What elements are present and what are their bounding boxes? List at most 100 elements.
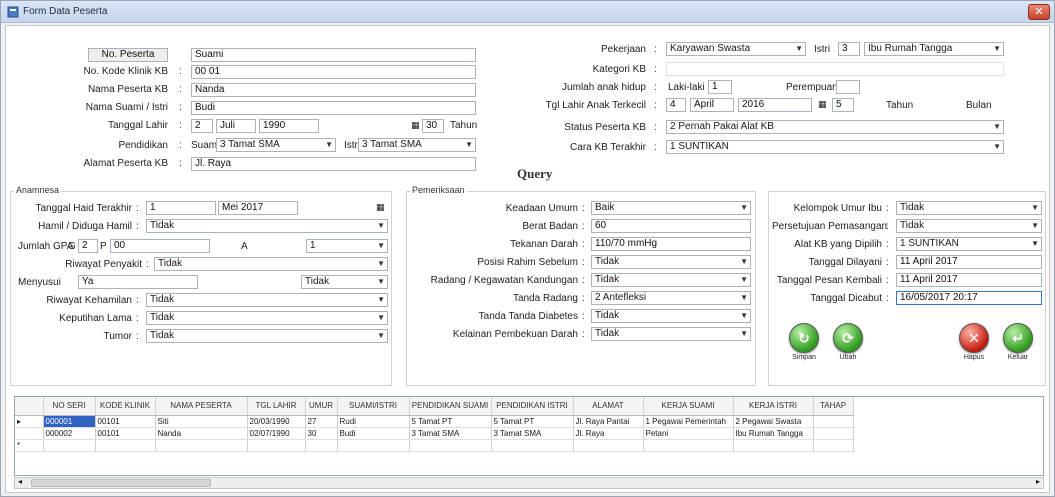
table-cell[interactable]: Budi: [337, 427, 410, 440]
tgl-anak-day-input[interactable]: 4: [666, 98, 686, 112]
grid-column-header[interactable]: KODE KLINIK: [95, 397, 156, 416]
umur-input[interactable]: 30: [422, 119, 444, 133]
grid-column-header[interactable]: TAHAP: [813, 397, 854, 416]
alamat-input[interactable]: Jl. Raya: [191, 157, 476, 171]
ubah-button[interactable]: ⟳ Ubah: [828, 323, 868, 361]
hamil-select[interactable]: Tidak ▼: [146, 219, 388, 233]
tgl-pesan-input[interactable]: 11 April 2017: [896, 273, 1042, 287]
title-bar[interactable]: Form Data Peserta ✕: [1, 1, 1054, 23]
tumor-select[interactable]: Tidak ▼: [146, 329, 388, 343]
calendar-icon[interactable]: ▦: [411, 120, 420, 131]
hapus-button[interactable]: ✕ Hapus: [954, 323, 994, 361]
table-cell[interactable]: Jl. Raya Pantai: [573, 415, 644, 428]
calendar-icon[interactable]: ▦: [376, 202, 385, 213]
grid-column-header[interactable]: UMUR: [305, 397, 338, 416]
no-kode-input[interactable]: 00 01: [191, 65, 476, 79]
grid-column-header[interactable]: KERJA SUAMI: [643, 397, 734, 416]
table-cell[interactable]: [43, 439, 96, 452]
table-cell[interactable]: 02/07/1990: [247, 427, 306, 440]
tanda-select[interactable]: 2 Antefleksi ▼: [591, 291, 751, 305]
table-cell[interactable]: [491, 439, 574, 452]
riwayat-select[interactable]: Tidak ▼: [154, 257, 388, 271]
peserta-data-grid[interactable]: NO SERI KODE KLINIK NAMA PESERTA TGL LAHIR U…: [14, 396, 1044, 476]
keluarga-select[interactable]: Tidak ▼: [896, 201, 1042, 215]
pekerjaan-suami-select[interactable]: Karyawan Swasta ▼: [666, 42, 806, 56]
table-cell[interactable]: 1 Pegawai Pemerintah: [643, 415, 734, 428]
berat-input[interactable]: 60: [591, 219, 751, 233]
tgl-lahir-day-input[interactable]: 2: [191, 119, 213, 133]
table-cell[interactable]: [337, 439, 410, 452]
nama-suami-input[interactable]: Budi: [191, 101, 476, 115]
table-cell[interactable]: Ibu Rumah Tangga: [733, 427, 814, 440]
table-cell[interactable]: 3 Tamat SMA: [491, 427, 574, 440]
tgl-dilayani-input[interactable]: 11 April 2017: [896, 255, 1042, 269]
pendidikan-suami-select[interactable]: 3 Tamat SMA ▼: [216, 138, 336, 152]
table-cell[interactable]: [813, 439, 854, 452]
radang-select[interactable]: Tidak ▼: [591, 273, 751, 287]
table-cell[interactable]: 5 Tamat PT: [409, 415, 492, 428]
grid-column-header[interactable]: SUAMI/ISTRI: [337, 397, 410, 416]
pekerjaan-istri-select[interactable]: Ibu Rumah Tangga ▼: [864, 42, 1004, 56]
alat-select[interactable]: 1 SUNTIKAN ▼: [896, 237, 1042, 251]
tgl-anak-umur-input[interactable]: 5: [832, 98, 854, 112]
tgl-lahir-month-input[interactable]: Juli: [216, 119, 256, 133]
close-button[interactable]: ✕: [1028, 4, 1050, 20]
tgl-anak-month-input[interactable]: April: [690, 98, 734, 112]
table-cell[interactable]: Petani: [643, 427, 734, 440]
grid-column-header[interactable]: PENDIDIKAN SUAMI: [409, 397, 492, 416]
posisi-select[interactable]: Tidak ▼: [591, 255, 751, 269]
keputihan-select[interactable]: Tidak ▼: [146, 311, 388, 325]
table-cell[interactable]: 5 Tamat PT: [491, 415, 574, 428]
menyusui-input[interactable]: Ya: [78, 275, 198, 289]
scroll-left-icon[interactable]: ◂: [18, 477, 22, 486]
table-cell[interactable]: [643, 439, 734, 452]
grid-column-header[interactable]: KERJA ISTRI: [733, 397, 814, 416]
table-cell[interactable]: [155, 439, 248, 452]
table-row[interactable]: ▸ 000001 00101 Siti 20/03/1990 27 Rudi 5 Tamat …: [15, 415, 854, 428]
grid-column-header[interactable]: NAMA PESERTA: [155, 397, 248, 416]
table-cell[interactable]: Nanda: [155, 427, 248, 440]
table-cell[interactable]: [95, 439, 156, 452]
tanda-diabetes-select[interactable]: Tidak ▼: [591, 309, 751, 323]
jumlah-anak-perempuan-input[interactable]: [836, 80, 860, 94]
no-peserta-input[interactable]: Suami: [191, 48, 476, 62]
grid-column-header[interactable]: NO SERI: [43, 397, 96, 416]
cara-kb-select[interactable]: 1 SUNTIKAN ▼: [666, 140, 1004, 154]
table-cell[interactable]: 000002: [43, 427, 96, 440]
row-selector[interactable]: ▸: [15, 415, 44, 428]
table-cell[interactable]: 27: [305, 415, 338, 428]
simpan-button[interactable]: ↻ Simpan: [784, 323, 824, 361]
tgl-lepas-input[interactable]: 16/05/2017 20:17: [896, 291, 1042, 305]
calendar-icon[interactable]: ▦: [818, 99, 827, 110]
new-row[interactable]: *: [15, 439, 854, 452]
scroll-right-icon[interactable]: ▸: [1036, 477, 1040, 486]
row-selector[interactable]: [15, 427, 44, 440]
scrollbar-thumb[interactable]: [31, 479, 211, 487]
table-cell[interactable]: Siti: [155, 415, 248, 428]
p-input[interactable]: 00: [110, 239, 210, 253]
table-cell[interactable]: 2 Pegawai Swasta: [733, 415, 814, 428]
table-cell[interactable]: [813, 415, 854, 428]
haid-day-input[interactable]: 1: [146, 201, 216, 215]
grid-column-header[interactable]: ALAMAT: [573, 397, 644, 416]
tekanan-input[interactable]: 110/70 mmHg: [591, 237, 751, 251]
table-row[interactable]: 000002 00101 Nanda 02/07/1990 30 Budi 3 Tamat …: [15, 427, 854, 440]
persetujuan-select[interactable]: Tidak ▼: [896, 219, 1042, 233]
kelainan-select[interactable]: Tidak ▼: [591, 327, 751, 341]
keadaan-select[interactable]: Baik ▼: [591, 201, 751, 215]
table-cell[interactable]: 00101: [95, 427, 156, 440]
table-cell[interactable]: [305, 439, 338, 452]
haid-year-input[interactable]: Mei 2017: [218, 201, 298, 215]
tgl-anak-year-input[interactable]: 2016: [738, 98, 812, 112]
table-cell[interactable]: [733, 439, 814, 452]
horizontal-scrollbar[interactable]: ◂ ▸: [14, 477, 1044, 489]
table-cell[interactable]: [409, 439, 492, 452]
table-cell[interactable]: Jl. Raya: [573, 427, 644, 440]
nama-peserta-input[interactable]: Nanda: [191, 83, 476, 97]
grid-column-header[interactable]: TGL LAHIR: [247, 397, 306, 416]
riwayat-kehamilan-select[interactable]: Tidak ▼: [146, 293, 388, 307]
tgl-lahir-year-input[interactable]: 1990: [259, 119, 319, 133]
table-cell[interactable]: 20/03/1990: [247, 415, 306, 428]
table-cell[interactable]: [247, 439, 306, 452]
grid-column-header[interactable]: PENDIDIKAN ISTRI: [491, 397, 574, 416]
